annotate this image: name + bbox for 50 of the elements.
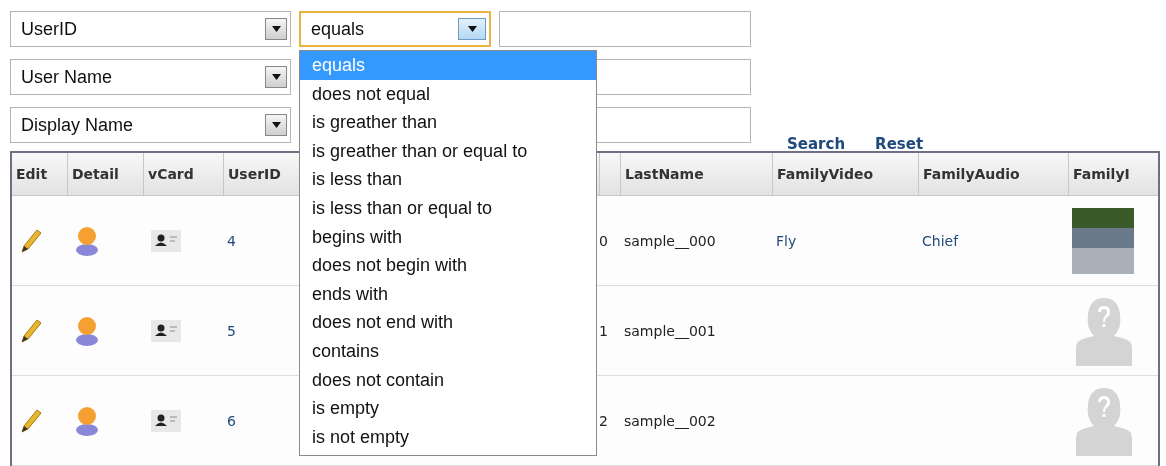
dropdown-option[interactable]: does not begin with (300, 251, 596, 280)
table-cell-text: 5 (226, 321, 237, 341)
dropdown-option[interactable]: ends with (300, 279, 596, 309)
table-cell-text: 0 (599, 231, 609, 251)
dropdown-option[interactable]: is less than (300, 165, 596, 194)
table-cell-text: 1 (599, 321, 609, 341)
user-icon[interactable] (75, 225, 99, 256)
action-link[interactable]: Reset (875, 135, 924, 153)
dropdown-option[interactable]: is not empty (300, 422, 596, 452)
photo-placeholder (1072, 207, 1134, 274)
column-header[interactable]: Edit (12, 153, 67, 195)
column-header[interactable]: FamilyVideo (772, 153, 918, 195)
dropdown-option[interactable]: begins with (300, 222, 596, 252)
dropdown-option[interactable]: is empty (300, 394, 596, 423)
contact-card-icon[interactable] (151, 229, 181, 252)
column-header[interactable]: FamilyAudio (918, 153, 1068, 195)
pencil-icon[interactable] (20, 317, 42, 344)
operator-dropdown[interactable]: equals (299, 11, 491, 47)
value-input[interactable] (499, 11, 751, 47)
field-dropdown[interactable]: User Name (10, 59, 291, 95)
unknown-person-icon (1076, 385, 1132, 456)
column-header[interactable]: FamilyI (1068, 153, 1158, 195)
table-cell-text: sample__002 (623, 411, 717, 431)
dropdown-option[interactable]: does not contain (300, 365, 596, 395)
table-cell-text: Fly (775, 231, 798, 251)
table-cell-text: Chief (921, 231, 960, 251)
table-cell-text: sample__000 (623, 231, 717, 251)
dropdown-option[interactable]: is greather than (300, 108, 596, 137)
user-icon[interactable] (75, 315, 99, 346)
pencil-icon[interactable] (20, 407, 42, 434)
user-icon[interactable] (75, 405, 99, 436)
dropdown-option[interactable]: is greather than or equal to (300, 136, 596, 166)
unknown-person-icon (1076, 295, 1132, 366)
contact-card-icon[interactable] (151, 409, 181, 432)
pencil-icon[interactable] (20, 227, 42, 254)
table-cell-text: 4 (226, 231, 237, 251)
contact-card-icon[interactable] (151, 319, 181, 342)
column-header[interactable]: vCard (143, 153, 223, 195)
table-cell-text: sample__001 (623, 321, 717, 341)
dropdown-option[interactable]: contains (300, 336, 596, 366)
dropdown-option[interactable]: is less than or equal to (300, 193, 596, 223)
table-cell-text: 6 (226, 411, 237, 431)
column-header[interactable]: Detail (67, 153, 143, 195)
field-dropdown[interactable]: Display Name (10, 107, 291, 143)
table-cell-text: 2 (599, 411, 609, 431)
column-header[interactable]: LastName (620, 153, 772, 195)
dropdown-option[interactable]: does not equal (300, 79, 596, 109)
action-link[interactable]: Search (787, 135, 846, 153)
dropdown-option[interactable]: does not end with (300, 308, 596, 337)
field-dropdown[interactable]: UserID (10, 11, 291, 47)
